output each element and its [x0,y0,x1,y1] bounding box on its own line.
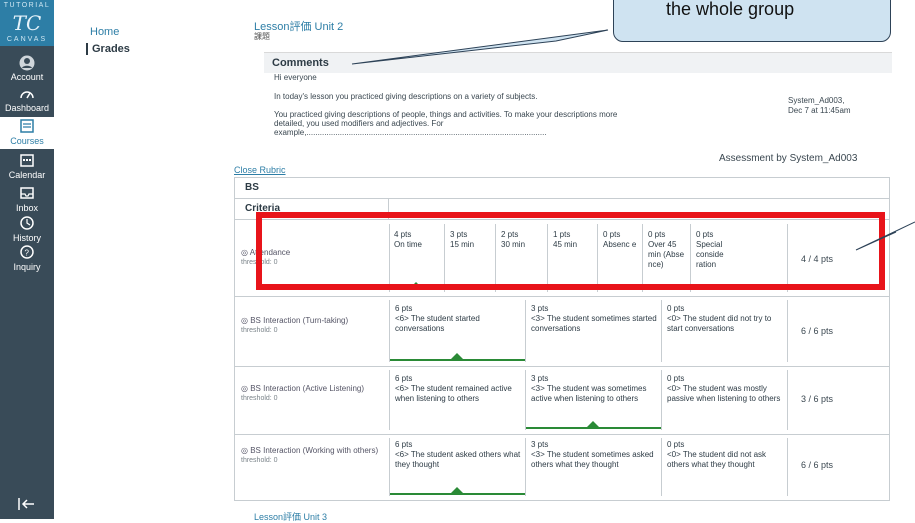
next-assignment-link[interactable]: Lesson評価 Unit 3 [254,510,327,523]
callout-pointers [351,29,915,251]
